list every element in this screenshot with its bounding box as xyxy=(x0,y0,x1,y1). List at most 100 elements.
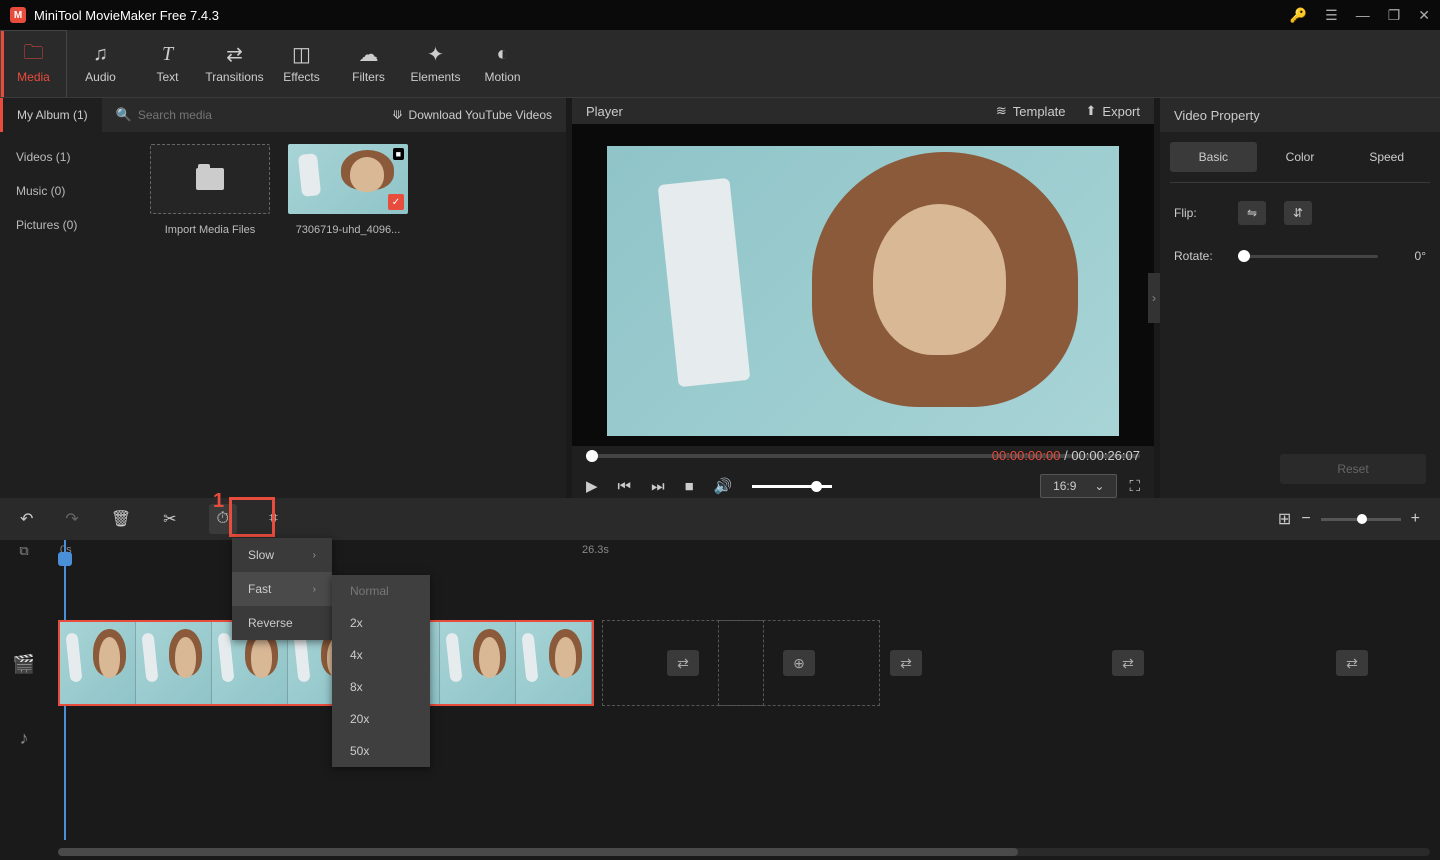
stop-icon[interactable]: ■ xyxy=(685,478,694,495)
fast-2x-item[interactable]: 2x xyxy=(332,607,430,639)
category-music[interactable]: Music (0) xyxy=(0,174,138,208)
toolbar-text[interactable]: T Text xyxy=(134,30,201,97)
flip-label: Flip: xyxy=(1174,206,1220,220)
rotate-label: Rotate: xyxy=(1174,249,1220,263)
app-title: MiniTool MovieMaker Free 7.4.3 xyxy=(34,8,1290,23)
template-button[interactable]: ≋ Template xyxy=(996,103,1066,119)
transitions-icon: ⇄ xyxy=(226,44,243,66)
close-icon[interactable]: ✕ xyxy=(1418,7,1430,24)
layers-icon[interactable]: ⧉ xyxy=(19,543,28,559)
crop-icon[interactable]: ⌗ xyxy=(269,510,278,528)
panel-collapse-handle[interactable]: › xyxy=(1148,273,1160,323)
delete-icon[interactable]: 🗑 xyxy=(111,509,131,529)
check-icon: ✓ xyxy=(388,194,404,210)
effects-icon: ◫ xyxy=(292,44,311,66)
volume-icon[interactable]: 🔊 xyxy=(714,477,733,495)
menu-icon[interactable]: ☰ xyxy=(1325,7,1338,24)
time-total: 00:00:26:07 xyxy=(1071,448,1140,463)
toolbar-filters[interactable]: ☁ Filters xyxy=(335,30,402,97)
search-box[interactable]: 🔍 xyxy=(102,107,379,123)
aspect-ratio-select[interactable]: 16:9 ⌄ xyxy=(1040,474,1117,498)
zoom-slider[interactable] xyxy=(1321,518,1401,521)
fast-50x-item[interactable]: 50x xyxy=(332,735,430,767)
volume-slider[interactable] xyxy=(752,485,832,488)
timeline-scrollbar[interactable] xyxy=(58,848,1430,856)
search-icon: 🔍 xyxy=(116,107,132,123)
player-canvas[interactable] xyxy=(572,124,1154,446)
time-current: 00:00:00:00 xyxy=(992,448,1061,463)
toolbar-motion[interactable]: ◐ Motion xyxy=(469,30,536,97)
zoom-out-icon[interactable]: − xyxy=(1301,510,1310,528)
reset-button[interactable]: Reset xyxy=(1280,454,1426,484)
prev-frame-icon[interactable]: ⏮ xyxy=(618,478,632,495)
seek-handle[interactable] xyxy=(586,450,598,462)
toolbar-effects[interactable]: ◫ Effects xyxy=(268,30,335,97)
redo-icon[interactable]: ↷ xyxy=(65,509,78,529)
toolbar-transitions[interactable]: ⇄ Transitions xyxy=(201,30,268,97)
fullscreen-icon[interactable]: ⛶ xyxy=(1129,478,1140,495)
toolbar-audio[interactable]: ♫ Audio xyxy=(67,30,134,97)
motion-icon: ◐ xyxy=(496,44,508,66)
rotate-slider[interactable] xyxy=(1238,255,1378,258)
fit-icon[interactable]: ⊞ xyxy=(1278,509,1291,529)
minimize-icon[interactable]: — xyxy=(1356,7,1370,23)
music-note-icon: ♫ xyxy=(93,44,108,66)
layers-icon: ≋ xyxy=(996,103,1007,119)
maximize-icon[interactable]: ❐ xyxy=(1388,7,1401,24)
video-badge-icon: ■ xyxy=(393,148,404,160)
album-tab[interactable]: My Album (1) xyxy=(0,98,102,132)
seek-bar[interactable]: 00:00:00:00 / 00:00:26:07 xyxy=(586,454,1140,458)
tab-basic[interactable]: Basic xyxy=(1170,142,1257,172)
speed-fast-item[interactable]: Fast › xyxy=(232,572,332,606)
download-youtube-link[interactable]: ⟱ Download YouTube Videos xyxy=(378,108,566,122)
speed-slow-item[interactable]: Slow › xyxy=(232,538,332,572)
flip-horizontal-button[interactable]: ⇋ xyxy=(1238,201,1266,225)
zoom-in-icon[interactable]: + xyxy=(1411,510,1420,528)
category-pictures[interactable]: Pictures (0) xyxy=(0,208,138,242)
text-icon: T xyxy=(162,44,173,66)
chevron-right-icon: › xyxy=(313,550,316,561)
fast-20x-item[interactable]: 20x xyxy=(332,703,430,735)
import-media-card[interactable]: Import Media Files xyxy=(150,144,270,236)
speed-menu: Slow › Fast › Reverse xyxy=(232,538,332,640)
speed-reverse-item[interactable]: Reverse xyxy=(232,606,332,640)
export-button[interactable]: ⬆ Export xyxy=(1086,103,1140,119)
rotate-value: 0° xyxy=(1396,249,1426,263)
filters-icon: ☁ xyxy=(359,44,379,66)
tab-speed[interactable]: Speed xyxy=(1343,142,1430,172)
toolbar-media[interactable]: 🗀 Media xyxy=(0,30,67,97)
flip-vertical-button[interactable]: ⇵ xyxy=(1284,201,1312,225)
swap-icon: ⇄ xyxy=(1336,650,1368,676)
export-icon: ⬆ xyxy=(1086,103,1097,119)
next-frame-icon[interactable]: ⏭ xyxy=(651,478,665,495)
main-toolbar: 🗀 Media ♫ Audio T Text ⇄ Transitions ◫ E… xyxy=(0,30,1440,98)
props-title: Video Property xyxy=(1160,98,1440,132)
media-clip-card[interactable]: ■ ✓ 7306719-uhd_4096... xyxy=(288,144,408,236)
audio-track-icon: ♪ xyxy=(20,728,29,749)
fast-4x-item[interactable]: 4x xyxy=(332,639,430,671)
category-videos[interactable]: Videos (1) xyxy=(0,140,138,174)
toolbar-elements[interactable]: ✦ Elements xyxy=(402,30,469,97)
swap-icon: ⇄ xyxy=(667,650,699,676)
media-panel: My Album (1) 🔍 ⟱ Download YouTube Videos… xyxy=(0,98,566,498)
play-icon[interactable]: ▶ xyxy=(586,477,598,495)
folder-icon: 🗀 xyxy=(24,44,44,66)
fast-normal-item[interactable]: Normal xyxy=(332,575,430,607)
player-title: Player xyxy=(586,104,623,119)
add-media-icon: ⊕ xyxy=(783,650,815,676)
undo-icon[interactable]: ↶ xyxy=(20,509,33,529)
player-panel: Player ≋ Template ⬆ Export xyxy=(572,98,1154,498)
key-icon[interactable]: 🔑 xyxy=(1290,7,1307,24)
split-icon[interactable]: ✂ xyxy=(163,509,176,529)
properties-panel: › Video Property Basic Color Speed Flip:… xyxy=(1160,98,1440,498)
swap-icon: ⇄ xyxy=(890,650,922,676)
annotation-1: 1 xyxy=(213,490,224,513)
folder-open-icon xyxy=(196,168,224,190)
swap-icon: ⇄ xyxy=(1112,650,1144,676)
fast-8x-item[interactable]: 8x xyxy=(332,671,430,703)
video-preview xyxy=(607,146,1119,436)
tab-color[interactable]: Color xyxy=(1257,142,1344,172)
download-icon: ⟱ xyxy=(392,108,402,122)
search-input[interactable] xyxy=(138,108,365,122)
elements-icon: ✦ xyxy=(427,44,444,66)
